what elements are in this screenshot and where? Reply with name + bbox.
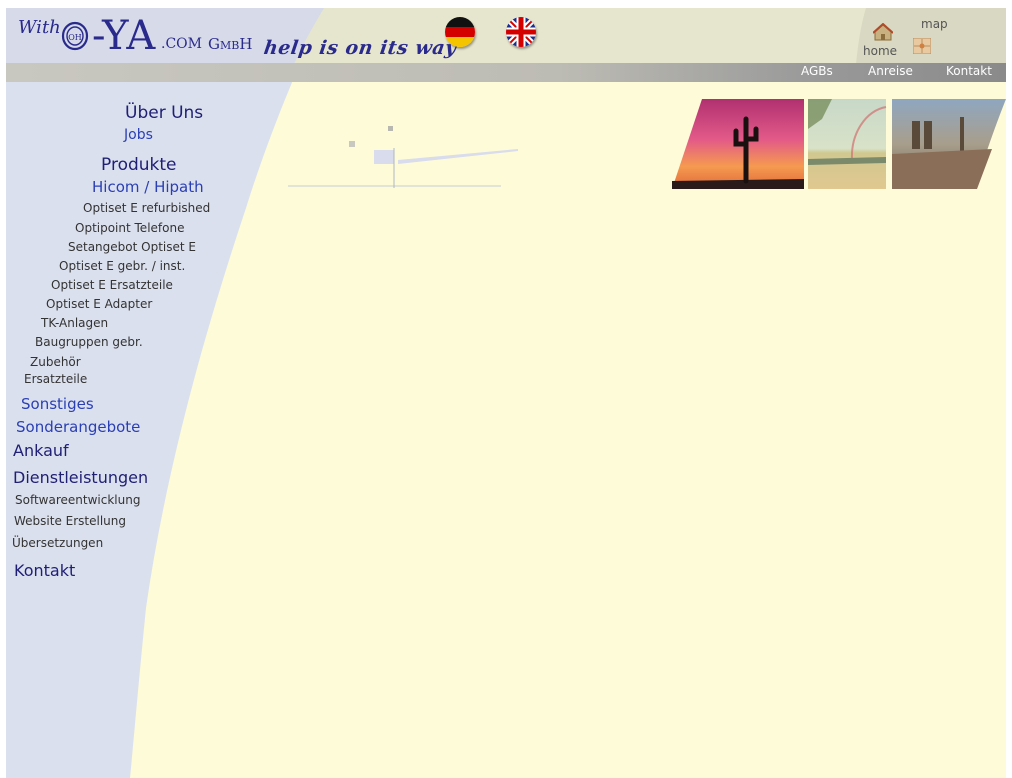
brand-tagline: help is on its way [262, 37, 459, 59]
menu-uebersetzungen[interactable]: Übersetzungen [12, 536, 103, 550]
menu-website-erstellung[interactable]: Website Erstellung [14, 514, 126, 528]
menu-zubehoer[interactable]: Zubehör [30, 355, 81, 369]
home-link[interactable]: home [863, 17, 907, 61]
map-link[interactable]: map [913, 17, 953, 57]
menu-ersatzteile[interactable]: Ersatzteile [24, 372, 87, 386]
brand-com: .COM [161, 36, 202, 52]
sidebar-background [6, 8, 324, 778]
menu-produkte[interactable]: Produkte [101, 155, 177, 175]
brand-name: -YA [92, 13, 157, 59]
menu-optiset-e-gebr-inst[interactable]: Optiset E gebr. / inst. [59, 259, 185, 273]
menu-dienstleistungen[interactable]: Dienstleistungen [13, 468, 148, 487]
nav-anreise[interactable]: Anreise [868, 64, 913, 78]
menu-hicom-hipath[interactable]: Hicom / Hipath [92, 178, 204, 196]
menu-kontakt[interactable]: Kontakt [14, 561, 75, 580]
logo-mark-icon: OH [61, 21, 89, 51]
decorative-graphic [288, 126, 518, 188]
nav-kontakt[interactable]: Kontakt [946, 64, 992, 78]
home-label: home [863, 44, 898, 58]
munich-city-photo [892, 99, 1006, 189]
nav-bar [6, 63, 1006, 82]
brand-with: With [18, 17, 61, 38]
menu-setangebot-optiset-e[interactable]: Setangebot Optiset E [68, 240, 196, 254]
page: With OH -YA .COM GmbH help is on its way [6, 8, 1006, 778]
german-flag-icon[interactable] [445, 17, 475, 47]
menu-softwareentwicklung[interactable]: Softwareentwicklung [15, 493, 140, 507]
menu-sonstiges[interactable]: Sonstiges [21, 395, 94, 413]
menu-ueber-uns[interactable]: Über Uns [125, 103, 203, 123]
menu-optiset-e-refurbished[interactable]: Optiset E refurbished [83, 201, 210, 215]
desert-sunset-photo [672, 99, 804, 189]
menu-optiset-e-ersatzteile[interactable]: Optiset E Ersatzteile [51, 278, 173, 292]
menu-jobs[interactable]: Jobs [124, 127, 153, 143]
rainbow-lake-photo [808, 99, 887, 189]
menu-sonderangebote[interactable]: Sonderangebote [16, 418, 140, 436]
nav-agbs[interactable]: AGBs [801, 64, 833, 78]
logo-mark-text: OH [68, 33, 82, 42]
uk-flag-icon[interactable] [506, 17, 536, 47]
map-icon [913, 38, 931, 54]
menu-ankauf[interactable]: Ankauf [13, 441, 69, 460]
menu-tk-anlagen[interactable]: TK-Anlagen [41, 316, 108, 330]
header-photos [672, 99, 1006, 189]
home-icon [873, 23, 893, 41]
menu-baugruppen-gebr[interactable]: Baugruppen gebr. [35, 335, 143, 349]
menu-optiset-e-adapter[interactable]: Optiset E Adapter [46, 297, 152, 311]
menu-optipoint-telefone[interactable]: Optipoint Telefone [75, 221, 184, 235]
map-label: map [921, 17, 948, 31]
brand-gmbh: GmbH [208, 35, 253, 53]
